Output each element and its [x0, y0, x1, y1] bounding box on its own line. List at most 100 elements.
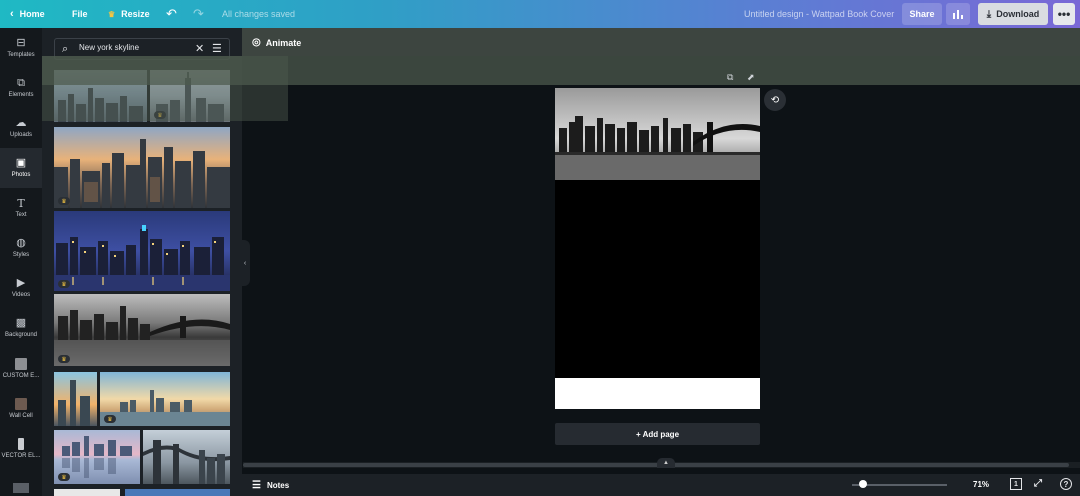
- scrollbar-thumb[interactable]: [243, 463, 1069, 467]
- custom-elements-icon: [15, 357, 27, 370]
- add-page-button[interactable]: + Add page: [555, 423, 760, 445]
- skyline-image: [100, 390, 230, 426]
- search-input[interactable]: [79, 43, 189, 52]
- skyline-image: [143, 440, 230, 484]
- more-horizontal-icon: •••: [1057, 7, 1071, 21]
- photos-icon: ▣: [15, 157, 27, 169]
- rail-more-thumb[interactable]: [13, 483, 29, 493]
- elements-icon: ⧉: [17, 77, 25, 89]
- more-options-button[interactable]: •••: [1053, 3, 1075, 25]
- photo-thumbnail[interactable]: ♛: [54, 430, 140, 484]
- resize-label: Resize: [121, 9, 150, 19]
- rail-item-label: Background: [4, 332, 38, 338]
- rail-item-label: VECTOR EL...: [1, 452, 41, 459]
- photo-thumbnail[interactable]: [125, 489, 230, 496]
- top-bar: ‹ Home File ♛ Resize ↶ ↷ All changes sav…: [0, 0, 1080, 28]
- download-icon: ⤓: [986, 8, 992, 20]
- add-page-icon[interactable]: ⬈: [747, 72, 755, 83]
- white-text-box[interactable]: [555, 378, 760, 409]
- resize-button[interactable]: ♛ Resize: [108, 9, 150, 19]
- skyline-image: [58, 380, 90, 426]
- photo-thumbnail[interactable]: ♛: [54, 127, 230, 208]
- rail-item-custom-elements[interactable]: CUSTOM E...: [0, 348, 42, 388]
- rail-item-label: Photos: [11, 172, 31, 178]
- photo-thumbnail[interactable]: [143, 430, 230, 484]
- design-title[interactable]: Untitled design - Wattpad Book Cover: [744, 9, 894, 19]
- photo-thumbnail[interactable]: ♛: [54, 211, 230, 291]
- bottom-bar: ☰ Notes 71% 1 ⤢ ?: [242, 474, 1080, 496]
- rail-item-label: Templates: [7, 52, 35, 58]
- styles-icon: ◍: [16, 237, 26, 249]
- premium-badge: ♛: [58, 280, 70, 288]
- collapse-panel-button[interactable]: ‹: [240, 240, 250, 286]
- chevron-left-icon: ‹: [10, 8, 14, 20]
- vector-elements-icon: [18, 437, 24, 450]
- premium-badge: ♛: [104, 415, 116, 423]
- duplicate-page-icon[interactable]: ⧉: [727, 72, 733, 83]
- photo-thumbnail[interactable]: [54, 489, 120, 496]
- zoom-level[interactable]: 71%: [973, 480, 989, 489]
- page-count-button[interactable]: 1: [1010, 478, 1022, 490]
- rail-item-vector-elements[interactable]: VECTOR EL...: [0, 428, 42, 468]
- close-icon[interactable]: ✕: [195, 42, 204, 55]
- insights-button[interactable]: [946, 3, 970, 25]
- background-icon: ▩: [15, 317, 27, 329]
- animate-button[interactable]: ◎ Animate: [252, 37, 301, 48]
- rail-item-styles[interactable]: ◍ Styles: [0, 228, 42, 268]
- chevron-left-icon: ‹: [243, 259, 247, 267]
- rail-item-photos[interactable]: ▣ Photos: [0, 148, 42, 188]
- skyline-image[interactable]: [555, 88, 760, 180]
- rail-item-videos[interactable]: ▶ Videos: [0, 268, 42, 308]
- photo-thumbnail[interactable]: ♛: [54, 294, 230, 366]
- page-count: 1: [1014, 480, 1018, 488]
- design-page[interactable]: [555, 88, 760, 409]
- refresh-icon[interactable]: ⟲: [764, 89, 786, 111]
- premium-badge: ♛: [58, 473, 70, 481]
- download-label: Download: [996, 9, 1040, 19]
- skyline-image: [54, 306, 230, 366]
- rail-item-label: Elements: [8, 92, 34, 98]
- file-menu-button[interactable]: File: [72, 9, 88, 19]
- bar-chart-icon: [953, 10, 963, 19]
- premium-badge: ♛: [58, 355, 70, 363]
- redo-icon[interactable]: ↷: [193, 6, 204, 22]
- notes-button[interactable]: ☰ Notes: [252, 480, 289, 491]
- rail-item-label: CUSTOM E...: [2, 372, 40, 379]
- videos-icon: ▶: [16, 277, 26, 289]
- rail-item-templates[interactable]: ⊟ Templates: [0, 28, 42, 68]
- fullscreen-icon[interactable]: ⤢: [1034, 478, 1042, 489]
- save-status: All changes saved: [222, 9, 296, 19]
- rail-item-uploads[interactable]: ☁ Uploads: [0, 108, 42, 148]
- crown-icon: ♛: [108, 9, 116, 19]
- rail-item-text[interactable]: T Text: [0, 188, 42, 228]
- templates-icon: ⊟: [16, 37, 26, 49]
- notes-icon: ☰: [252, 480, 261, 491]
- skyline-image: [54, 225, 230, 291]
- chevron-up-icon[interactable]: ▲: [657, 458, 675, 468]
- rail-item-label: Styles: [12, 252, 30, 258]
- animate-icon: ◎: [252, 37, 261, 48]
- zoom-slider-handle[interactable]: [859, 480, 867, 488]
- premium-badge: ♛: [58, 197, 70, 205]
- rail-item-background[interactable]: ▩ Background: [0, 308, 42, 348]
- help-icon[interactable]: ?: [1060, 478, 1072, 490]
- rail-item-label: Videos: [11, 292, 31, 298]
- home-button[interactable]: ‹ Home: [10, 8, 45, 20]
- download-button[interactable]: ⤓ Download: [978, 3, 1048, 25]
- rail-item-label: Uploads: [9, 132, 32, 138]
- share-button[interactable]: Share: [902, 3, 942, 25]
- home-label: Home: [19, 9, 45, 19]
- horizontal-scrollbar[interactable]: ▲: [243, 458, 1080, 468]
- left-rail: ⊟ Templates ⧉ Elements ☁ Uploads ▣ Photo…: [0, 28, 42, 496]
- animate-label: Animate: [265, 37, 302, 48]
- photo-thumbnail[interactable]: [54, 372, 97, 426]
- canvas-toolbar: [242, 28, 1080, 56]
- undo-icon[interactable]: ↶: [166, 6, 177, 22]
- skyline-image: [54, 139, 230, 208]
- photo-thumbnail[interactable]: ♛: [100, 372, 230, 426]
- rail-item-wall-cell[interactable]: Wall Cell: [0, 388, 42, 428]
- translucent-overlay: [42, 56, 288, 121]
- notes-label: Notes: [266, 481, 290, 490]
- rail-item-elements[interactable]: ⧉ Elements: [0, 68, 42, 108]
- filter-icon[interactable]: ☰: [212, 42, 222, 55]
